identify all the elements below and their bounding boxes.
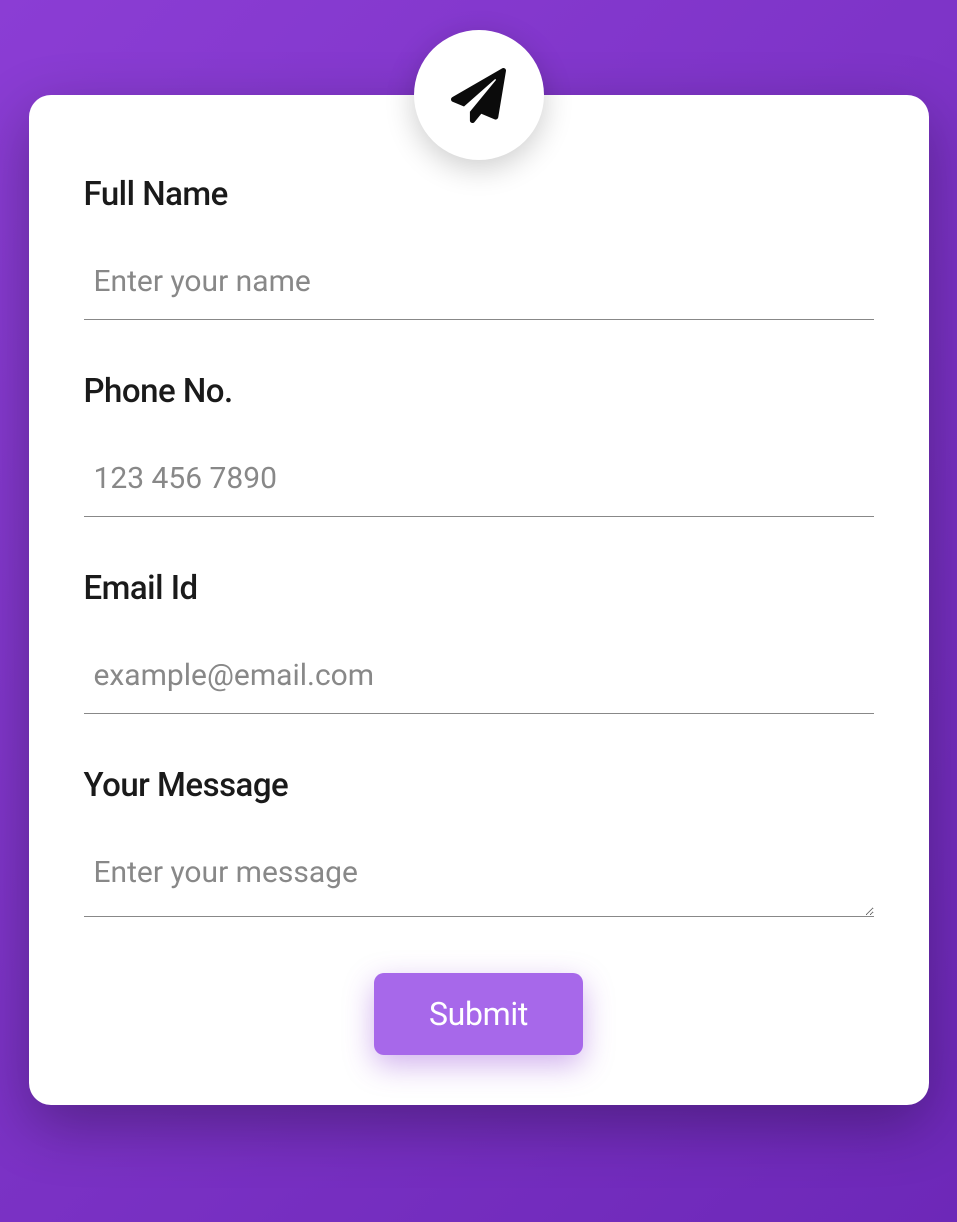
message-label: Your Message	[84, 766, 874, 805]
full-name-input[interactable]	[84, 256, 874, 320]
message-input[interactable]	[84, 847, 874, 917]
phone-group: Phone No.	[84, 372, 874, 517]
email-group: Email Id	[84, 569, 874, 714]
message-group: Your Message	[84, 766, 874, 921]
paper-plane-icon	[414, 30, 544, 160]
full-name-label: Full Name	[84, 175, 874, 214]
full-name-group: Full Name	[84, 175, 874, 320]
submit-wrapper: Submit	[84, 973, 874, 1055]
phone-input[interactable]	[84, 453, 874, 517]
email-input[interactable]	[84, 650, 874, 714]
email-label: Email Id	[84, 569, 874, 608]
submit-button[interactable]: Submit	[374, 973, 583, 1055]
contact-form-card: Full Name Phone No. Email Id Your Messag…	[29, 95, 929, 1105]
phone-label: Phone No.	[84, 372, 874, 411]
